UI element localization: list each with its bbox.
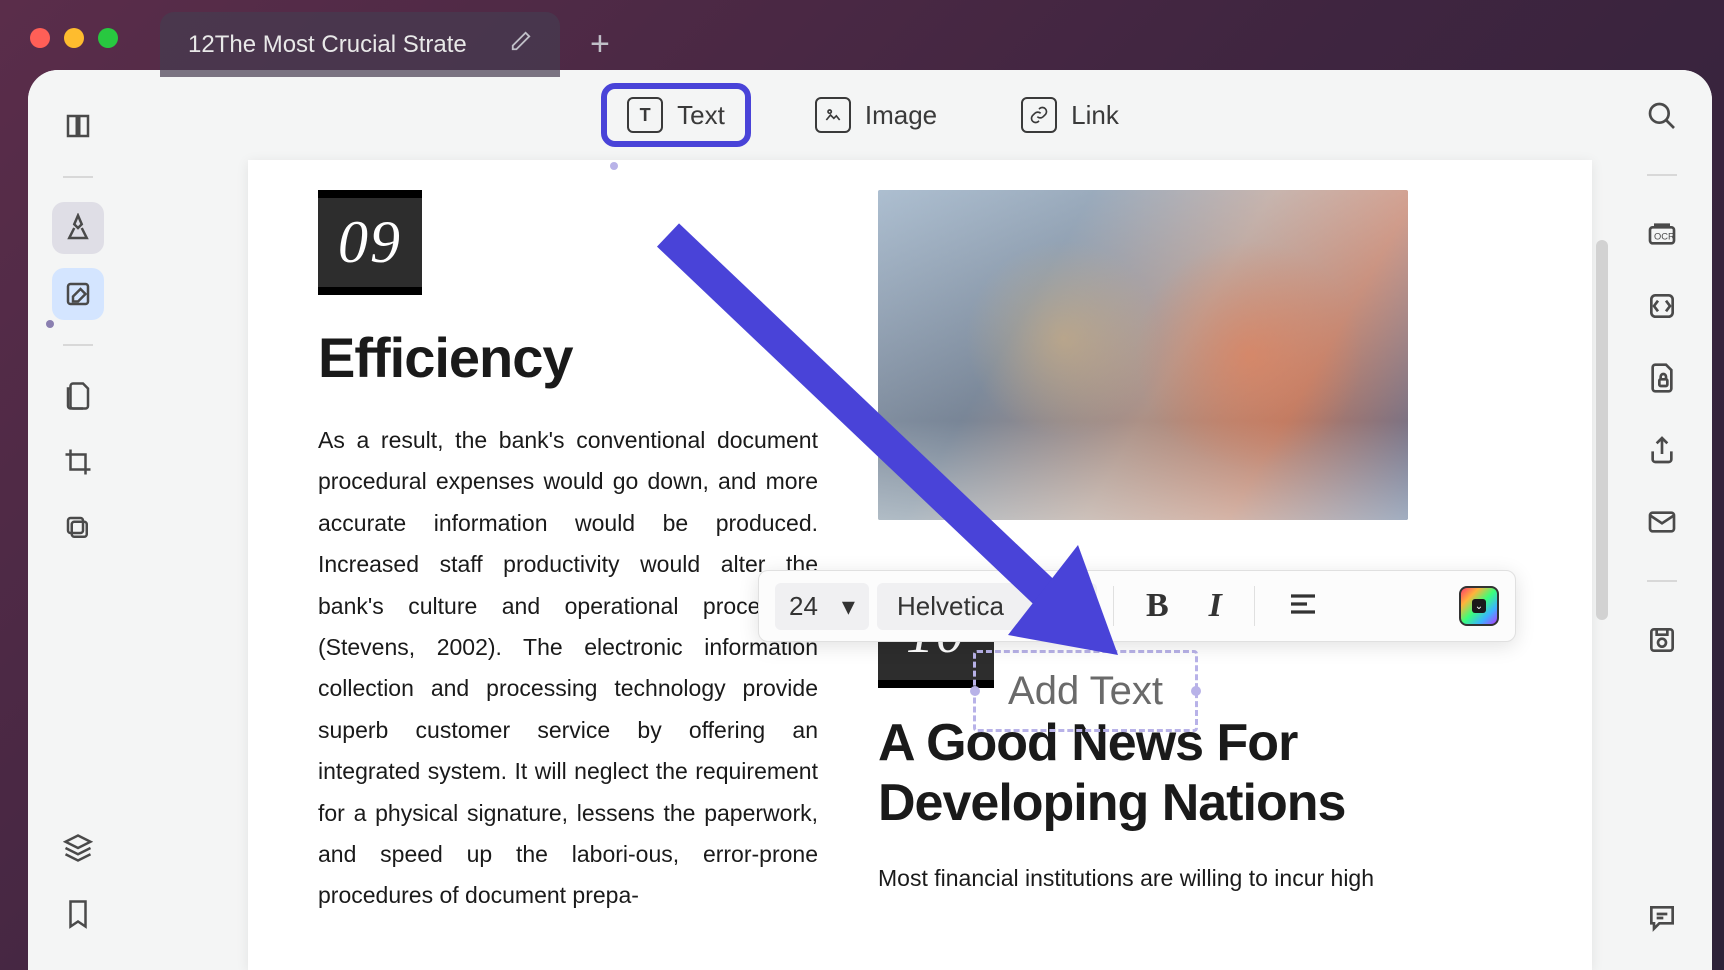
right-sidebar: OCR: [1612, 70, 1712, 970]
share-icon[interactable]: [1640, 428, 1684, 472]
stack-tool-icon[interactable]: [52, 502, 104, 554]
section-body: Most financial institutions are willing …: [878, 858, 1408, 899]
text-label: Text: [677, 100, 725, 131]
edit-tab-icon[interactable]: [510, 30, 532, 59]
resize-handle-left[interactable]: [970, 686, 980, 696]
left-column: 09 Efficiency As a result, the bank's co…: [318, 190, 818, 917]
document-tab[interactable]: 12The Most Crucial Strate: [160, 12, 560, 77]
save-icon[interactable]: [1640, 618, 1684, 662]
section-title: Efficiency: [318, 325, 818, 390]
section-body: As a result, the bank's conventional doc…: [318, 420, 818, 917]
text-icon: T: [627, 97, 663, 133]
toolbar-separator: [1254, 586, 1255, 626]
close-window-button[interactable]: [30, 28, 50, 48]
section-number: 09: [338, 209, 402, 275]
crop-tool-icon[interactable]: [52, 436, 104, 488]
layers-icon[interactable]: [52, 822, 104, 874]
tab-title: 12The Most Crucial Strate: [188, 31, 492, 59]
sidebar-separator: [63, 176, 93, 178]
maximize-window-button[interactable]: [98, 28, 118, 48]
sidebar-separator: [1647, 174, 1677, 176]
search-icon[interactable]: [1640, 94, 1684, 138]
tab-bar: 12The Most Crucial Strate +: [160, 12, 620, 77]
resize-handle-right[interactable]: [1191, 686, 1201, 696]
font-size-value: 24: [789, 591, 818, 622]
add-text-placeholder[interactable]: Add Text: [973, 650, 1198, 732]
comment-icon[interactable]: [1640, 896, 1684, 940]
insert-image-button[interactable]: Image: [795, 87, 957, 143]
sidebar-separator: [1647, 580, 1677, 582]
chevron-down-icon: ▾: [842, 591, 855, 622]
edit-tool-icon[interactable]: [52, 268, 104, 320]
font-family-value: Helvetica: [897, 591, 1004, 621]
minimize-window-button[interactable]: [64, 28, 84, 48]
bookmark-icon[interactable]: [52, 888, 104, 940]
section-number-badge: 09: [318, 190, 422, 295]
ocr-icon[interactable]: OCR: [1640, 212, 1684, 256]
pages-tool-icon[interactable]: [52, 370, 104, 422]
link-icon: [1021, 97, 1057, 133]
bold-button[interactable]: B: [1130, 587, 1185, 625]
toolbar-separator: [1113, 586, 1114, 626]
insert-toolbar: T Text Image Link: [128, 70, 1612, 160]
link-label: Link: [1071, 100, 1119, 131]
reader-mode-icon[interactable]: [52, 100, 104, 152]
scrollbar-thumb[interactable]: [1596, 240, 1608, 620]
active-indicator-dot: [46, 320, 54, 328]
mail-icon[interactable]: [1640, 500, 1684, 544]
window-controls: [30, 28, 118, 48]
italic-button[interactable]: I: [1193, 587, 1238, 625]
align-left-button[interactable]: [1271, 588, 1335, 625]
image-icon: [815, 97, 851, 133]
selection-dot: [610, 162, 618, 170]
left-sidebar: [28, 70, 128, 970]
document-canvas[interactable]: 09 Efficiency As a result, the bank's co…: [248, 160, 1592, 970]
highlight-tool-icon[interactable]: [52, 202, 104, 254]
placeholder-text: Add Text: [1008, 669, 1163, 714]
text-color-button[interactable]: ⌄: [1459, 586, 1499, 626]
sidebar-separator: [63, 344, 93, 346]
convert-icon[interactable]: [1640, 284, 1684, 328]
insert-link-button[interactable]: Link: [1001, 87, 1139, 143]
section-photo: [878, 190, 1408, 520]
font-family-select[interactable]: Helvetica: [877, 583, 1097, 630]
right-column: 10 A Good News For Developing Nations Mo…: [878, 190, 1408, 899]
app-frame: OCR T Text Image: [28, 70, 1712, 970]
lock-file-icon[interactable]: [1640, 356, 1684, 400]
add-tab-button[interactable]: +: [580, 25, 620, 64]
image-label: Image: [865, 100, 937, 131]
svg-text:OCR: OCR: [1654, 231, 1675, 241]
text-format-toolbar: 24 ▾ Helvetica B I ⌄: [758, 570, 1516, 642]
chevron-down-icon: ⌄: [1472, 599, 1486, 613]
font-size-select[interactable]: 24 ▾: [775, 583, 869, 630]
insert-text-button[interactable]: T Text: [601, 83, 751, 147]
